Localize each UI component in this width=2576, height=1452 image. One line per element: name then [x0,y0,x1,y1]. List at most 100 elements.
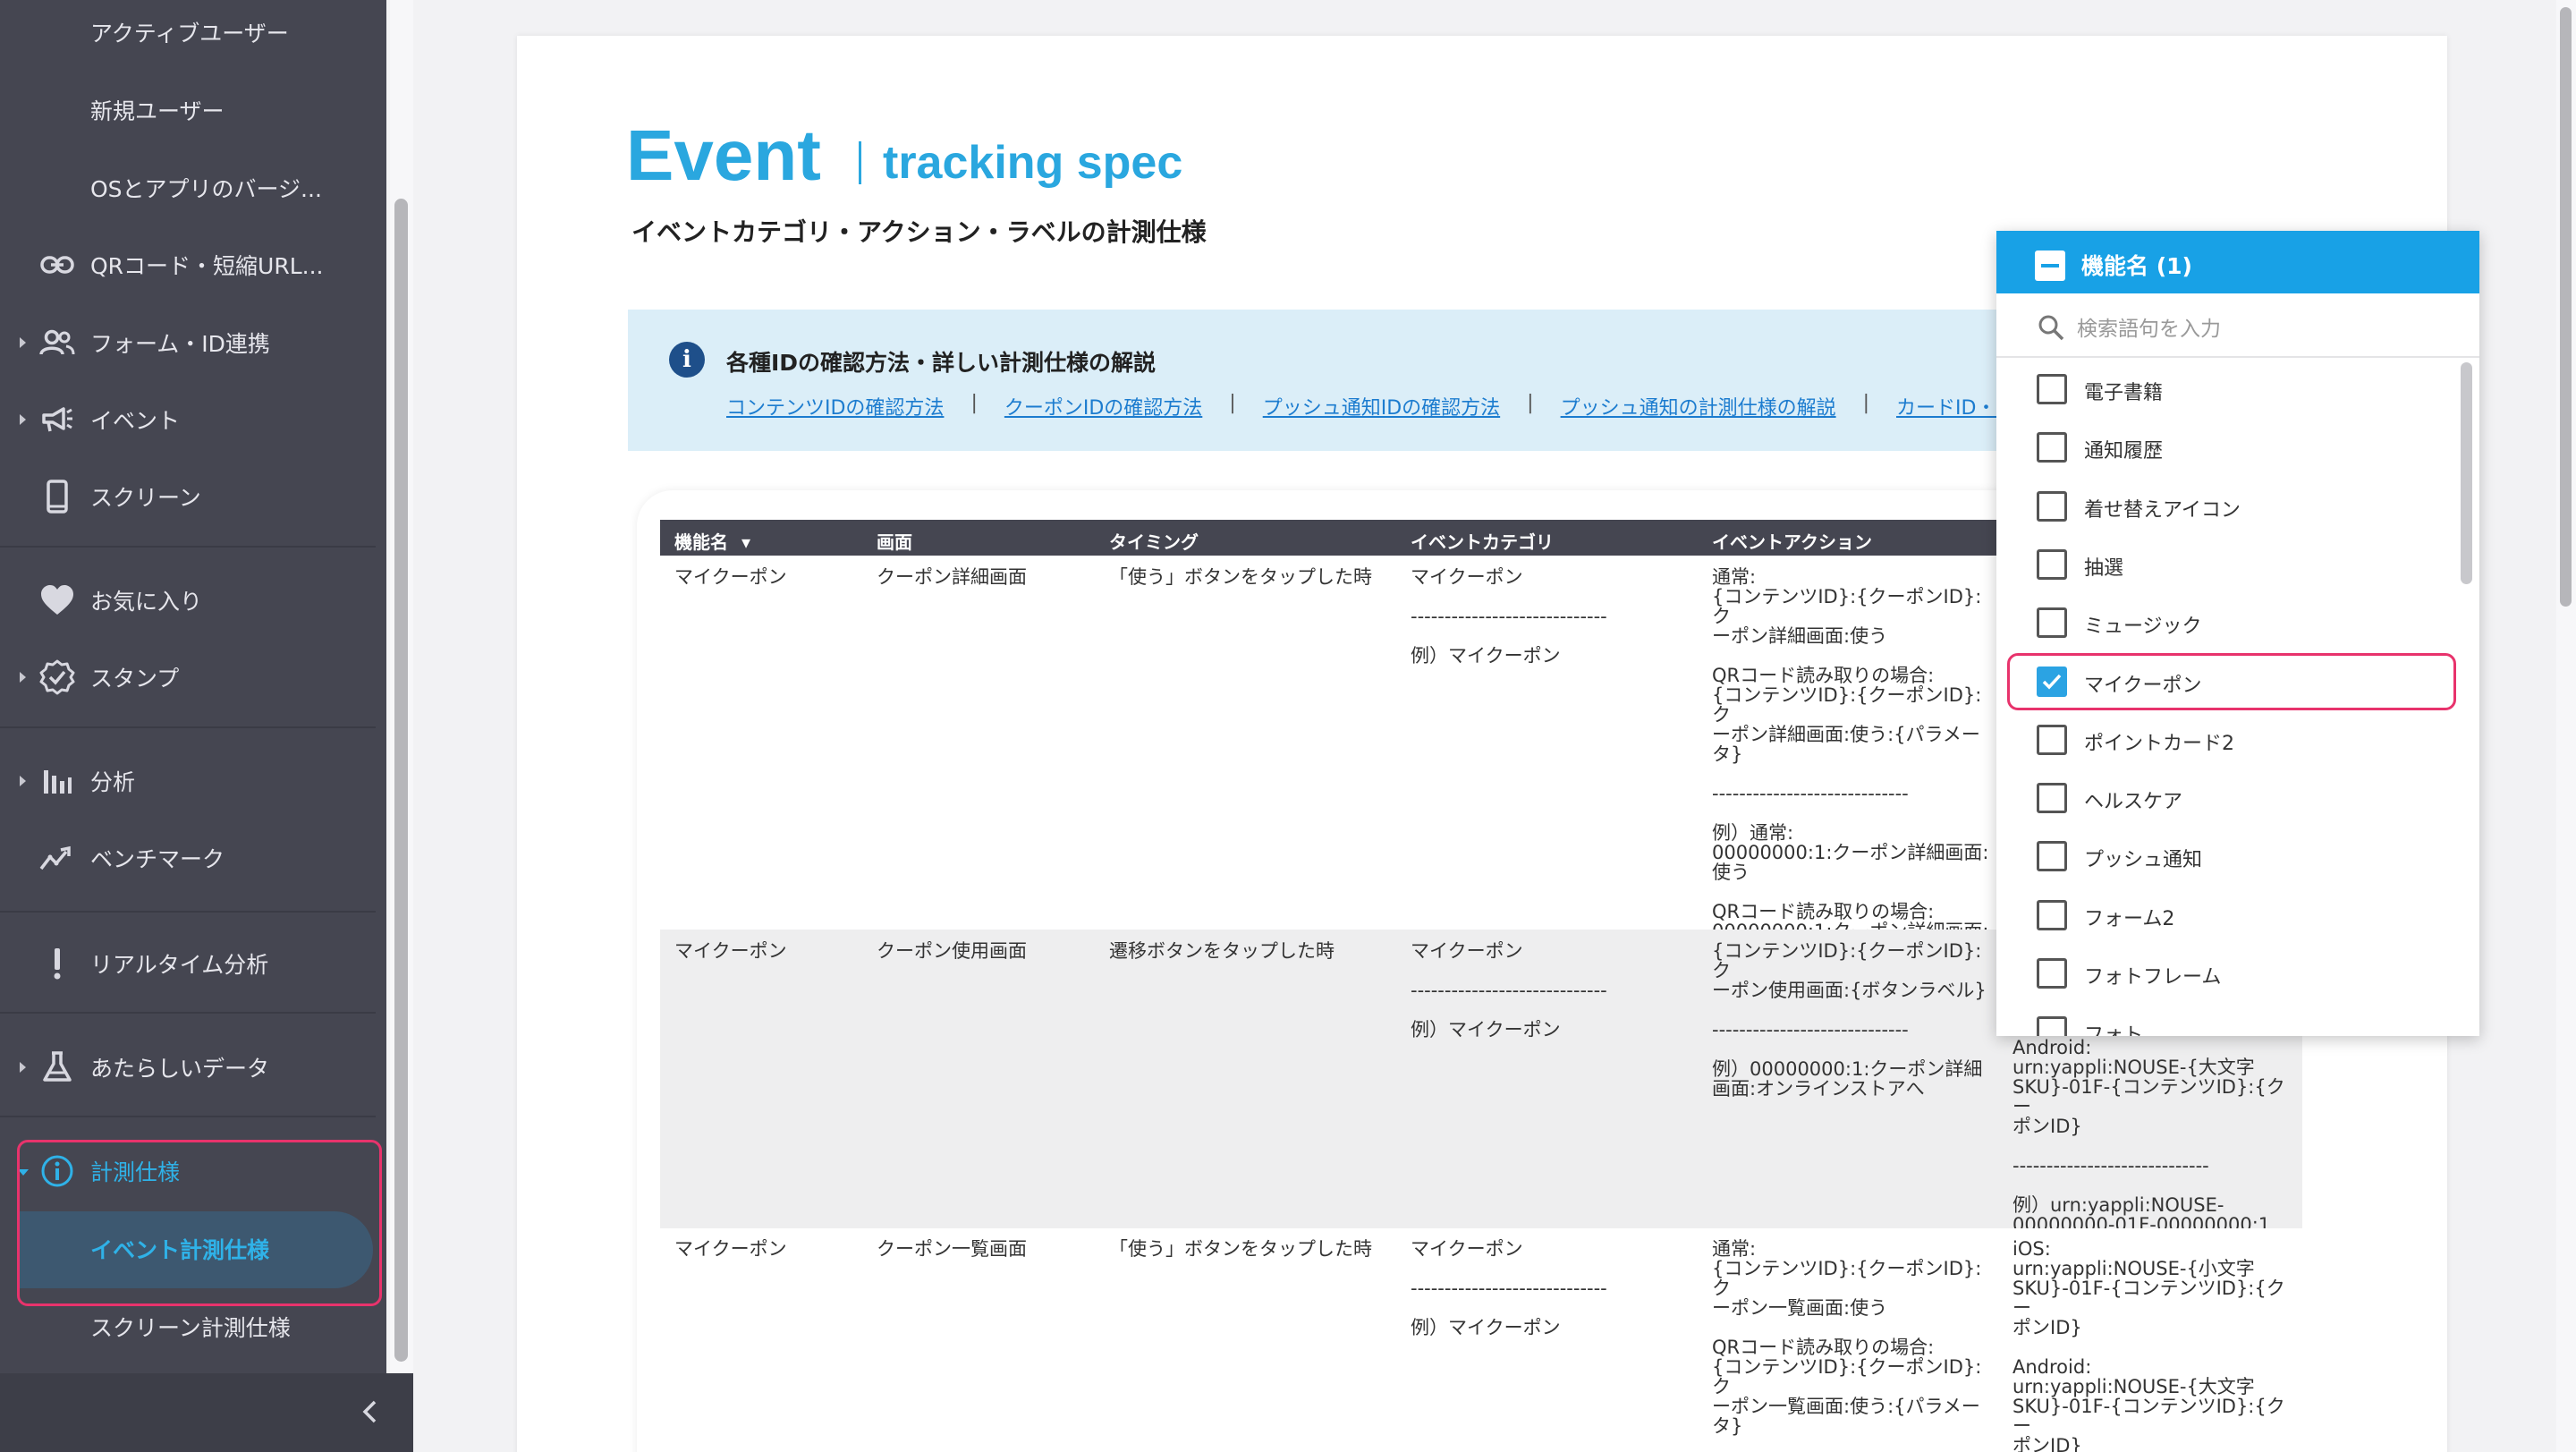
sidebar-item-os-app-version[interactable]: OSとアプリのバージ... [0,161,376,215]
cell-action: 通常: {コンテンツID}:{クーポンID}:ク ーポン一覧画面:使う QRコー… [1712,1238,1982,1437]
sidebar-item-new-users[interactable]: 新規ユーザー [0,83,376,137]
column-header-category[interactable]: イベントカテゴリ [1411,528,1554,554]
sidebar-item-label: OSとアプリのバージ... [90,176,322,202]
link-content-id[interactable]: コンテンツIDの確認方法 [726,392,944,420]
checkbox[interactable] [2037,374,2067,404]
checkbox[interactable] [2037,899,2067,930]
dropdown-option[interactable]: 抽選 [1996,536,2444,591]
checkbox[interactable] [2037,432,2067,463]
sidebar-item-event[interactable]: イベント [0,393,376,446]
page-subtitle: イベントカテゴリ・アクション・ラベルの計測仕様 [631,217,1207,247]
dropdown-option-label: 通知履歴 [2084,440,2164,463]
cell-timing: 遷移ボタンをタップした時 [1109,940,1335,962]
sidebar-item-qr-short-url[interactable]: QRコード・短縮URL... [0,238,376,292]
sidebar-item-benchmark[interactable]: ベンチマーク [0,831,376,885]
dropdown-option[interactable]: ミュージック [1996,594,2444,650]
feature-filter-dropdown: 機能名 (1) 電子書籍通知履歴着せ替えアイコン抽選ミュージックマイクーポンポイ… [1996,231,2479,1036]
sidebar-item-label: 新規ユーザー [90,98,225,124]
dropdown-option[interactable]: フォーム2 [1996,887,2444,942]
chevron-left-icon[interactable] [356,1396,383,1428]
column-header-feature[interactable]: 機能名 ▾ [674,528,750,554]
sidebar-divider [0,1012,376,1014]
sidebar-item-label: QRコード・短縮URL... [90,253,324,279]
info-links: コンテンツIDの確認方法 | クーポンIDの確認方法 | プッシュ通知IDの確認… [726,392,2015,420]
flask-icon [38,1048,77,1087]
sidebar-divider [0,546,376,548]
sidebar-item-form-id[interactable]: フォーム・ID連携 [0,316,376,369]
search-input[interactable] [2077,310,2453,349]
info-title: 各種IDの確認方法・詳しい計測仕様の解説 [726,350,1157,376]
link-separator: | [1862,392,1870,414]
sidebar-divider [0,1116,376,1117]
dropdown-option[interactable]: 着せ替えアイコン [1996,478,2444,533]
cell-feature: マイクーポン [674,1238,787,1260]
dropdown-option[interactable]: プッシュ通知 [1996,828,2444,883]
sidebar-item-label: イベント [90,408,181,434]
sidebar-item-favorites[interactable]: お気に入り [0,573,376,627]
dropdown-header[interactable]: 機能名 (1) [1996,231,2479,293]
sidebar: アクティブユーザー 新規ユーザー OSとアプリのバージ... QRコード・短縮U… [0,0,386,1452]
sidebar-item-active-users[interactable]: アクティブユーザー [0,5,376,59]
trend-icon [38,838,77,878]
cell-screen: クーポン使用画面 [877,940,1027,962]
dropdown-divider [1996,356,2479,358]
dropdown-option[interactable]: ヘルスケア [1996,769,2444,825]
sidebar-item-label: 分析 [90,769,136,795]
link-coupon-id[interactable]: クーポンIDの確認方法 [1004,392,1202,420]
sidebar-item-label: スクリーン計測仕様 [90,1315,291,1341]
page-scrollbar-thumb[interactable] [2560,7,2572,607]
dropdown-option-label: 着せ替えアイコン [2084,498,2241,522]
sidebar-item-screen-spec[interactable]: スクリーン計測仕様 [0,1300,376,1354]
dropdown-option[interactable]: フォトフレーム [1996,945,2444,1000]
expand-arrow-icon [20,1062,26,1073]
sidebar-item-realtime[interactable]: リアルタイム分析 [0,937,376,990]
column-header-timing[interactable]: タイミング [1109,528,1199,554]
checkbox[interactable] [2037,958,2067,989]
dropdown-scrollbar-thumb[interactable] [2461,362,2472,584]
exclamation-icon [38,944,77,983]
checkbox[interactable] [2037,1016,2067,1036]
dropdown-option[interactable]: フォト [1996,1003,2444,1036]
dropdown-option-label: 電子書籍 [2084,382,2164,404]
dropdown-option-label: ヘルスケア [2084,791,2183,814]
link-push-spec[interactable]: プッシュ通知の計測仕様の解説 [1561,392,1836,420]
checkbox[interactable] [2037,548,2067,580]
checkbox[interactable] [2037,607,2067,639]
dropdown-option-label: 抽選 [2084,556,2124,580]
dropdown-option-label: フォトフレーム [2084,966,2222,989]
sort-down-icon[interactable]: ▾ [741,531,750,553]
checkbox[interactable] [2037,490,2067,522]
dropdown-title: 機能名 (1) [2081,253,2192,279]
search-icon [2037,313,2065,345]
dropdown-option[interactable]: 通知履歴 [1996,419,2444,474]
sidebar-item-new-data[interactable]: あたらしいデータ [0,1040,376,1094]
dropdown-option-label: フォーム2 [2084,907,2175,930]
expand-arrow-icon [20,414,26,425]
dropdown-option[interactable]: ポイントカード2 [1996,711,2444,767]
sidebar-item-analysis[interactable]: 分析 [0,754,376,808]
dropdown-option-label: フォト [2084,1024,2144,1036]
bar-chart-icon [38,761,77,801]
checkbox[interactable] [2037,783,2067,814]
column-header-action[interactable]: イベントアクション [1712,528,1872,554]
dropdown-option[interactable]: 電子書籍 [1996,361,2444,416]
heart-icon [38,581,77,620]
cell-feature: マイクーポン [674,940,787,962]
cell-timing: 「使う」ボタンをタップした時 [1109,1238,1372,1260]
link-push-id[interactable]: プッシュ通知IDの確認方法 [1263,392,1500,420]
column-header-screen[interactable]: 画面 [877,528,912,554]
expand-arrow-icon [20,776,26,786]
sidebar-scrollbar-thumb[interactable] [394,199,408,1362]
deselect-all-checkbox[interactable] [2035,250,2065,281]
link-icon [38,245,77,284]
sidebar-item-stamp[interactable]: スタンプ [0,650,376,704]
info-box [628,310,2023,451]
dropdown-option-label: プッシュ通知 [2084,849,2203,872]
cell-category: マイクーポン ----------------------------- 例）マ… [1411,566,1607,667]
checkbox[interactable] [2037,841,2067,872]
sidebar-item-screen[interactable]: スクリーン [0,470,376,523]
checkbox[interactable] [2037,724,2067,755]
link-separator: | [970,392,978,414]
sidebar-divider [0,726,376,728]
cell-action: 通常: {コンテンツID}:{クーポンID}:ク ーポン詳細画面:使う QRコー… [1712,566,1989,961]
